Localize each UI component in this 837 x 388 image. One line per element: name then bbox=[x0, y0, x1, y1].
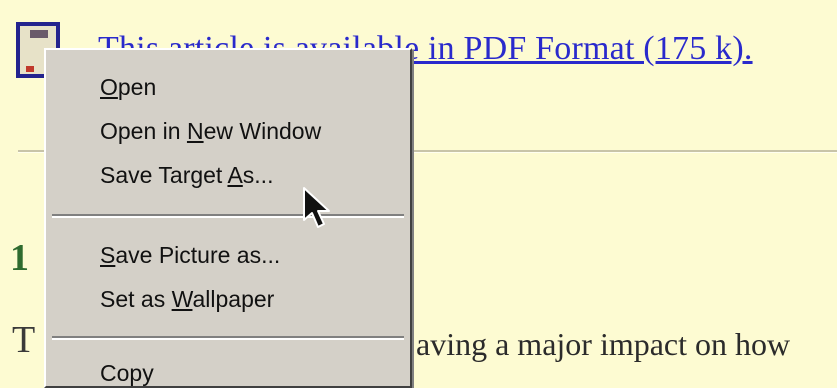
pdf-icon-tab bbox=[30, 30, 48, 38]
menu-item-open[interactable]: Open bbox=[100, 74, 156, 101]
menu-label-pre: Save Target bbox=[100, 162, 228, 188]
menu-mnemonic: N bbox=[186, 118, 204, 144]
menu-label-post: allpaper bbox=[192, 286, 275, 312]
menu-label-post: s... bbox=[242, 162, 274, 188]
context-menu: Open Open in New Window Save Target As..… bbox=[44, 48, 412, 388]
menu-separator bbox=[52, 214, 404, 218]
menu-separator bbox=[52, 336, 404, 340]
menu-label-pre: Set as bbox=[100, 286, 172, 312]
menu-mnemonic: O bbox=[100, 74, 118, 100]
menu-item-save-target-as[interactable]: Save Target As... bbox=[100, 162, 273, 189]
menu-mnemonic: W bbox=[171, 286, 193, 312]
arrow-cursor-icon bbox=[303, 187, 330, 228]
menu-label-pre: Open in bbox=[100, 118, 187, 144]
pdf-icon-mark bbox=[26, 66, 34, 72]
section-heading-number: 1 bbox=[10, 237, 29, 279]
menu-mnemonic: A bbox=[227, 162, 243, 188]
menu-item-copy[interactable]: Copy bbox=[100, 360, 154, 387]
menu-label-post: ew Window bbox=[203, 118, 322, 144]
menu-label-post: Copy bbox=[100, 360, 154, 386]
menu-label-post: pen bbox=[117, 74, 157, 100]
web-page: This article is available in PDF Format … bbox=[0, 0, 837, 388]
menu-label-post: ave Picture as... bbox=[115, 242, 281, 268]
paragraph-first-letter: T bbox=[12, 319, 36, 361]
menu-mnemonic: S bbox=[100, 242, 116, 268]
menu-item-set-as-wallpaper[interactable]: Set as Wallpaper bbox=[100, 286, 274, 313]
menu-item-save-picture-as[interactable]: Save Picture as... bbox=[100, 242, 280, 269]
menu-item-open-new-window[interactable]: Open in New Window bbox=[100, 118, 321, 145]
paragraph-text: aving a major impact on how bbox=[416, 326, 791, 362]
